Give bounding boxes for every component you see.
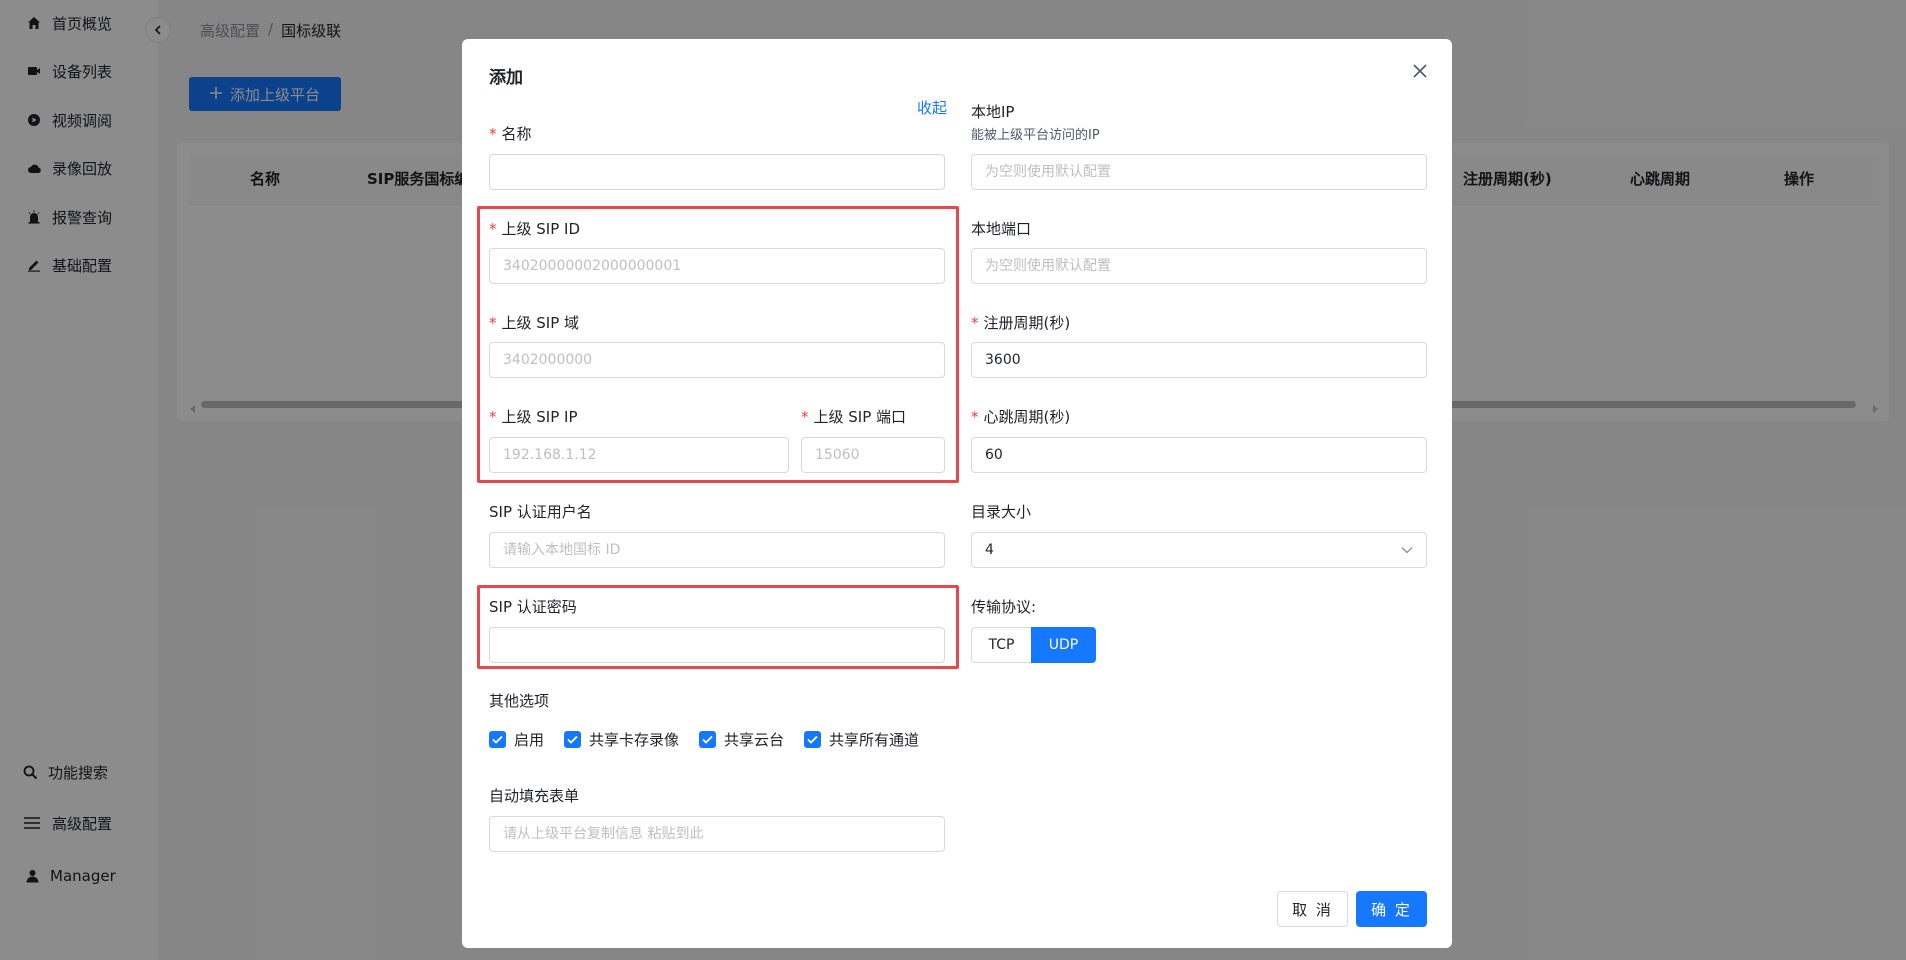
collapse-link[interactable]: 收起 bbox=[917, 97, 947, 118]
checkbox-label: 共享所有通道 bbox=[829, 731, 920, 749]
checkbox-label: 共享卡存录像 bbox=[589, 731, 680, 749]
sip-domain-label: 上级 SIP 域 bbox=[489, 312, 580, 333]
local-port-label: 本地端口 bbox=[971, 220, 1032, 238]
share-recordings-checkbox[interactable]: 共享卡存录像 bbox=[564, 729, 679, 750]
auth-user-input[interactable] bbox=[489, 532, 945, 568]
register-period-input[interactable] bbox=[971, 342, 1427, 378]
confirm-button[interactable]: 确 定 bbox=[1356, 891, 1427, 927]
sip-id-label: 上级 SIP ID bbox=[489, 218, 581, 239]
catalog-size-select[interactable]: 4 bbox=[971, 532, 1427, 568]
local-ip-hint: 能被上级平台访问的IP bbox=[971, 128, 1100, 143]
local-ip-input[interactable] bbox=[971, 154, 1427, 190]
checkmark-icon bbox=[489, 731, 506, 748]
sip-domain-input[interactable] bbox=[489, 342, 945, 378]
transport-toggle: TCP UDP bbox=[971, 627, 1096, 663]
cancel-button[interactable]: 取 消 bbox=[1277, 891, 1348, 927]
checkmark-icon bbox=[804, 731, 822, 748]
name-label: 名称 bbox=[489, 123, 532, 144]
add-platform-modal: 添加 收起 名称 上级 SIP ID 上级 SIP 域 上级 SIP IP 上级… bbox=[462, 39, 1452, 948]
close-icon[interactable] bbox=[1408, 59, 1432, 83]
sip-port-label: 上级 SIP 端口 bbox=[801, 406, 907, 427]
checkmark-icon bbox=[564, 731, 582, 748]
register-period-label: 注册周期(秒) bbox=[971, 312, 1071, 333]
checkmark-icon bbox=[699, 731, 717, 748]
modal-title: 添加 bbox=[489, 68, 523, 88]
enable-checkbox[interactable]: 启用 bbox=[489, 729, 544, 750]
sip-ip-input[interactable] bbox=[489, 437, 789, 473]
local-ip-label: 本地IP bbox=[971, 103, 1015, 121]
local-port-input[interactable] bbox=[971, 248, 1427, 284]
checkbox-label: 启用 bbox=[514, 731, 545, 749]
share-ptz-checkbox[interactable]: 共享云台 bbox=[699, 729, 784, 750]
chevron-down-icon bbox=[1401, 542, 1413, 558]
transport-tcp-option[interactable]: TCP bbox=[971, 627, 1031, 663]
sip-id-input[interactable] bbox=[489, 248, 945, 284]
auth-password-label: SIP 认证密码 bbox=[489, 598, 577, 616]
catalog-size-label: 目录大小 bbox=[971, 503, 1032, 521]
auth-user-label: SIP 认证用户名 bbox=[489, 503, 592, 521]
heartbeat-period-input[interactable] bbox=[971, 437, 1427, 473]
transport-udp-option[interactable]: UDP bbox=[1031, 627, 1096, 663]
heartbeat-period-label: 心跳周期(秒) bbox=[971, 406, 1071, 427]
autofill-label: 自动填充表单 bbox=[489, 787, 580, 805]
catalog-size-value: 4 bbox=[985, 542, 994, 558]
auth-password-input[interactable] bbox=[489, 627, 945, 663]
transport-label: 传输协议: bbox=[971, 598, 1037, 616]
sip-ip-label: 上级 SIP IP bbox=[489, 406, 578, 427]
name-input[interactable] bbox=[489, 154, 945, 190]
autofill-input[interactable] bbox=[489, 816, 945, 852]
share-all-channels-checkbox[interactable]: 共享所有通道 bbox=[804, 729, 919, 750]
other-options-group: 启用 共享卡存录像 共享云台 共享所有通道 bbox=[489, 729, 939, 750]
sip-port-input[interactable] bbox=[801, 437, 945, 473]
other-options-label: 其他选项 bbox=[489, 692, 550, 710]
checkbox-label: 共享云台 bbox=[724, 731, 785, 749]
